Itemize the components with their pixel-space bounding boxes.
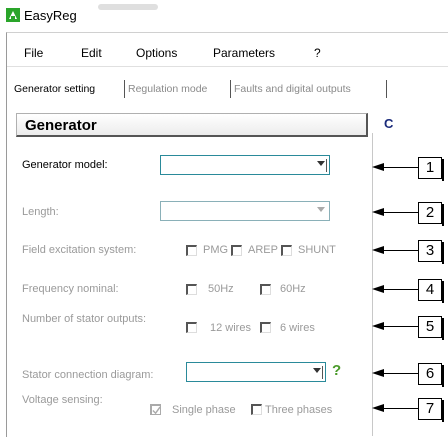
callout-7: 7 [418, 398, 442, 420]
menu-edit[interactable]: Edit [81, 46, 102, 60]
arep-checkbox[interactable] [231, 245, 242, 256]
generator-group-header: Generator [16, 113, 368, 137]
callout-shadow [442, 242, 444, 264]
tab-divider [124, 80, 125, 98]
arep-label: AREP [248, 244, 278, 256]
shunt-label: SHUNT [298, 244, 336, 256]
menu-divider [7, 66, 448, 67]
generator-model-select[interactable] [160, 155, 330, 175]
chevron-down-icon [317, 161, 325, 166]
callout-shadow [442, 204, 444, 226]
menu-parameters[interactable]: Parameters [213, 46, 275, 60]
callout-shadow [442, 318, 444, 340]
6-wires-label: 6 wires [280, 322, 315, 334]
callout-6: 6 [418, 363, 442, 385]
12-wires-checkbox[interactable] [186, 322, 197, 333]
title-blur [98, 4, 158, 10]
chevron-down-icon [317, 207, 325, 212]
tab-regulation-mode[interactable]: Regulation mode [128, 80, 207, 98]
callout-line [384, 373, 418, 374]
length-label: Length: [22, 206, 59, 218]
callout-shadow [442, 159, 444, 181]
field-excitation-label: Field excitation system: [22, 244, 137, 256]
stator-outputs-label: Number of stator outputs: [22, 313, 147, 325]
callout-line [384, 326, 418, 327]
callout-3: 3 [418, 240, 442, 262]
generator-model-label: Generator model: [22, 159, 108, 171]
single-phase-checkbox[interactable] [150, 404, 161, 415]
callout-arrow-icon [372, 163, 384, 171]
60hz-checkbox[interactable] [260, 284, 271, 295]
voltage-sensing-label: Voltage sensing: [22, 394, 103, 406]
length-select[interactable] [160, 201, 330, 221]
help-question-icon[interactable]: ? [332, 362, 341, 379]
6-wires-checkbox[interactable] [260, 322, 271, 333]
chevron-down-icon [313, 368, 321, 373]
tab-generator-setting[interactable]: Generator setting [14, 80, 95, 98]
three-phases-checkbox[interactable] [251, 404, 262, 415]
single-phase-label: Single phase [172, 404, 236, 416]
menu-help[interactable]: ? [314, 46, 321, 60]
pmg-checkbox[interactable] [186, 245, 197, 256]
callout-1: 1 [418, 157, 442, 179]
callout-arrow-icon [372, 285, 384, 293]
next-group-header-partial: C [384, 116, 394, 131]
stator-diagram-label: Stator connection diagram: [22, 369, 154, 381]
12-wires-label: 12 wires [210, 322, 251, 334]
tab-divider [386, 80, 387, 98]
check-mark-icon [152, 406, 161, 415]
stator-diagram-select[interactable] [186, 362, 326, 382]
menu-file[interactable]: File [24, 46, 43, 60]
callout-arrow-icon [372, 322, 384, 330]
callout-4: 4 [418, 279, 442, 301]
tab-faults-digital-outputs[interactable]: Faults and digital outputs [234, 80, 351, 98]
three-phases-label: Three phases [265, 404, 333, 416]
50hz-checkbox[interactable] [186, 284, 197, 295]
menu-bar: File Edit Options Parameters ? [7, 40, 447, 62]
tab-divider [230, 80, 231, 98]
callout-line [384, 408, 418, 409]
callout-shadow [442, 281, 444, 303]
callout-2: 2 [418, 202, 442, 224]
callout-arrow-icon [372, 404, 384, 412]
callout-5: 5 [418, 316, 442, 338]
50hz-label: 50Hz [208, 283, 234, 295]
group-title: Generator [25, 117, 97, 134]
dropdown-edge [322, 366, 323, 379]
window-title: EasyReg [24, 8, 77, 23]
callout-line [384, 212, 418, 213]
callout-line [384, 289, 418, 290]
callout-line [384, 167, 418, 168]
easyreg-logo-icon [6, 8, 20, 22]
shunt-checkbox[interactable] [281, 245, 292, 256]
60hz-label: 60Hz [280, 283, 306, 295]
title-bar: EasyReg [0, 0, 448, 30]
callout-arrow-icon [372, 208, 384, 216]
frequency-label: Frequency nominal: [22, 283, 119, 295]
pmg-label: PMG [203, 244, 229, 256]
callout-shadow [442, 400, 444, 422]
callout-arrow-icon [372, 246, 384, 254]
callout-shadow [442, 365, 444, 387]
callout-arrow-icon [372, 369, 384, 377]
callout-line [384, 250, 418, 251]
dropdown-edge [326, 159, 327, 172]
menu-options[interactable]: Options [136, 46, 177, 60]
